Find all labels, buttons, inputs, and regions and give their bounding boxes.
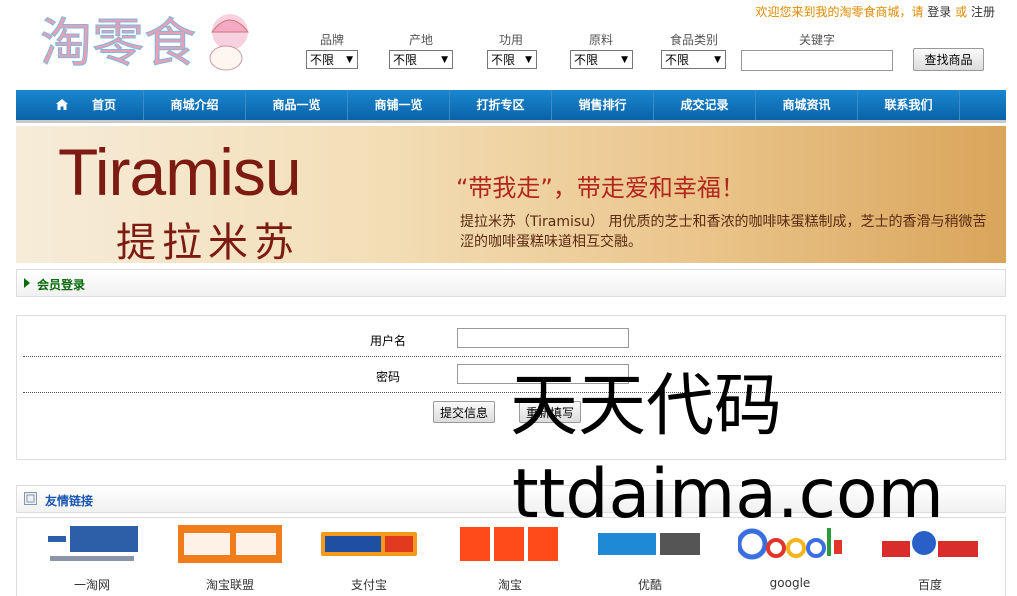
- document-icon: [24, 492, 37, 505]
- filter-value-brand: 不限: [310, 53, 335, 67]
- nav-item-discount[interactable]: 打折专区: [450, 90, 552, 120]
- submit-button[interactable]: 提交信息: [433, 401, 496, 423]
- link-label-etao: 一淘网: [73, 578, 110, 592]
- filter-label-function: 功用: [498, 33, 523, 47]
- link-item-taobao-union[interactable]: 淘宝联盟: [175, 522, 285, 593]
- watermark-line-1: 天天代码: [510, 367, 783, 446]
- filter-label-material: 原料: [588, 33, 613, 47]
- nav-item-contact[interactable]: 联系我们: [858, 90, 960, 120]
- link-item-etao[interactable]: 一淘网: [37, 522, 147, 593]
- member-login-title: 会员登录: [37, 278, 86, 292]
- etao-logo: [37, 522, 147, 566]
- dropdown-arrow-icon: ▼: [525, 55, 532, 65]
- nav-label-home: 首页: [92, 98, 117, 112]
- friend-links-title: 友情链接: [45, 494, 94, 508]
- register-link[interactable]: 注册: [971, 5, 995, 19]
- welcome-bar: 欢迎您来到我的淘零食商城，请 登录 或 注册: [755, 3, 995, 20]
- nav-item-products[interactable]: 商品一览: [246, 90, 348, 120]
- banner-slogan: “带我走”，带走爱和幸福！: [456, 174, 745, 202]
- dropdown-arrow-icon: ▼: [346, 55, 353, 65]
- link-label-alipay: 支付宝: [350, 578, 387, 592]
- nav-item-shops[interactable]: 商铺一览: [348, 90, 450, 120]
- filter-select-brand[interactable]: 不限 ▼: [306, 50, 358, 69]
- dropdown-arrow-icon: ▼: [621, 55, 628, 65]
- filter-select-material[interactable]: 不限 ▼: [570, 50, 633, 69]
- watermark-line-2: ttdaima.com: [512, 455, 944, 534]
- home-icon: [56, 99, 68, 110]
- taobao-union-logo: [175, 522, 285, 566]
- keyword-label: 关键字: [798, 33, 835, 47]
- filter-value-function: 不限: [491, 53, 516, 67]
- dropdown-arrow-icon: ▼: [714, 55, 721, 65]
- link-label-taobao: 淘宝: [497, 578, 522, 592]
- filter-select-function[interactable]: 不限 ▼: [487, 50, 537, 69]
- banner-title-en: Tiramisu: [58, 135, 302, 209]
- username-label: 用户名: [370, 334, 407, 348]
- search-button[interactable]: 查找商品: [913, 48, 984, 71]
- nav-item-about[interactable]: 商城介绍: [144, 90, 246, 120]
- nav-item-news[interactable]: 商城资讯: [756, 90, 858, 120]
- nav-item-records[interactable]: 成交记录: [654, 90, 756, 120]
- triangle-right-icon: [24, 278, 30, 288]
- filter-select-category[interactable]: 不限 ▼: [661, 50, 726, 69]
- filter-select-origin[interactable]: 不限 ▼: [389, 50, 453, 69]
- login-link[interactable]: 登录: [927, 5, 951, 19]
- banner-description: 提拉米苏（Tiramisu） 用优质的芝士和香浓的咖啡味蛋糕制成，芝士的香滑与稍…: [460, 214, 987, 250]
- link-label-taobao-union: 淘宝联盟: [205, 578, 254, 592]
- username-input[interactable]: [457, 328, 629, 348]
- link-label-baidu: 百度: [917, 578, 942, 592]
- site-logo[interactable]: 淘零食: [40, 6, 255, 76]
- banner-title-cn: 提拉米苏: [116, 220, 300, 263]
- filter-label-category: 食品类别: [669, 33, 718, 47]
- filter-label-origin: 产地: [408, 33, 433, 47]
- nav-item-ranking[interactable]: 销售排行: [552, 90, 654, 120]
- password-label: 密码: [376, 370, 401, 384]
- filter-value-material: 不限: [574, 53, 599, 67]
- keyword-input[interactable]: [741, 50, 893, 71]
- filter-label-brand: 品牌: [319, 33, 344, 47]
- filter-value-category: 不限: [665, 53, 690, 67]
- link-label-youku: 优酷: [637, 578, 662, 592]
- main-nav: 首页 商城介绍 商品一览 商铺一览 打折专区 销售排行 成交记录 商城资讯 联系…: [16, 90, 1006, 123]
- member-login-header: 会员登录: [16, 269, 1006, 297]
- dropdown-arrow-icon: ▼: [441, 55, 448, 65]
- logo-text: 淘零食: [40, 14, 196, 74]
- or-text: 或: [955, 5, 968, 19]
- filter-value-origin: 不限: [393, 53, 418, 67]
- promo-banner[interactable]: Tiramisu 提拉米苏 “带我走”，带走爱和幸福！ 提拉米苏（Tiramis…: [16, 126, 1006, 263]
- welcome-text: 欢迎您来到我的淘零食商城，请: [755, 5, 924, 19]
- link-label-google: google: [769, 576, 811, 590]
- nav-item-home[interactable]: 首页: [16, 90, 144, 120]
- link-item-alipay[interactable]: 支付宝: [314, 522, 424, 593]
- alipay-logo: [314, 522, 424, 566]
